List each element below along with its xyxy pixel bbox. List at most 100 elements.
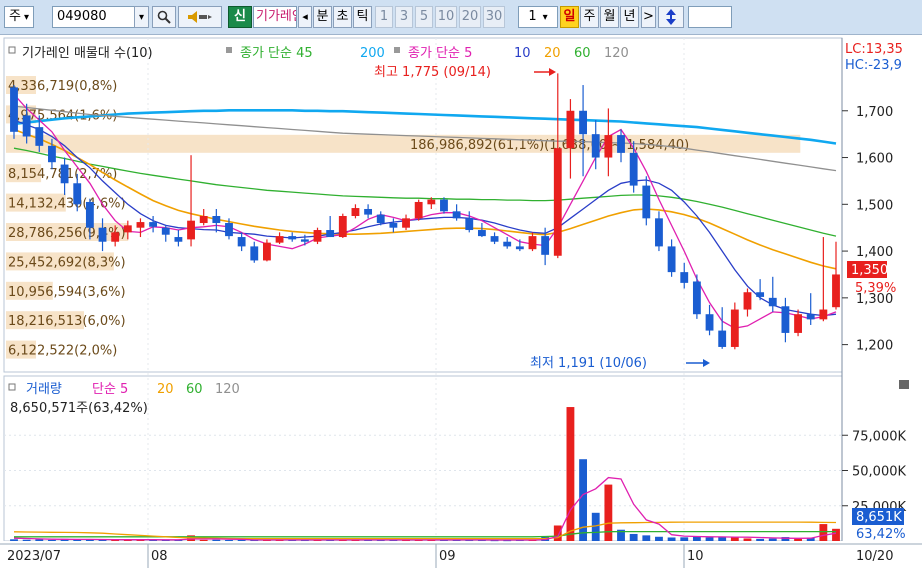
volume-profile-label: 18,216,513(6,0%) <box>8 314 126 329</box>
market-value: 주 <box>9 9 21 24</box>
volume-bar <box>794 538 802 541</box>
candle-body <box>338 216 347 238</box>
high-annotation: 최고 1,775 (09/14) <box>374 65 491 80</box>
interval-20-button[interactable]: 20 <box>459 6 481 28</box>
interval-1-button[interactable]: 1 <box>375 6 393 28</box>
period-day-label: 일 <box>563 9 576 24</box>
sma200-legend: 200 <box>360 46 385 61</box>
speaker-icon <box>188 11 212 23</box>
volume-bar <box>22 539 31 541</box>
market-select[interactable]: 주 ▾ <box>4 6 34 28</box>
interval-30-button[interactable]: 30 <box>483 6 505 28</box>
stock-name-field: 기가레인 <box>253 6 297 28</box>
candle-body <box>300 239 309 242</box>
candle-body <box>48 145 56 163</box>
last-volume-ratio: 63,42% <box>856 527 906 542</box>
updown-button[interactable] <box>658 6 684 28</box>
period-year-button[interactable]: 년 <box>620 6 639 28</box>
panel-toggle-icon[interactable] <box>899 380 909 389</box>
candle-body <box>123 225 132 233</box>
volume-bar <box>566 407 575 541</box>
candle-body <box>730 309 739 347</box>
interval-3-button[interactable]: 3 <box>395 6 413 28</box>
candle-body <box>579 110 587 135</box>
stock-name-value: 기가레인 <box>256 9 296 24</box>
last-change-value: 5,39% <box>855 281 896 296</box>
candle-body <box>718 330 727 347</box>
candle-body <box>667 246 676 273</box>
price-legend-title: 기가레인 매물대 수(10) <box>22 46 153 61</box>
candle-body <box>629 152 638 186</box>
candle-body <box>22 115 31 137</box>
lc-label: LC:13,35 <box>845 42 903 57</box>
magnifier-icon <box>157 10 171 24</box>
volume-profile-label: 4,336,719(0,8%) <box>8 79 117 94</box>
code-dropdown-button[interactable]: ▾ <box>134 6 149 28</box>
toolbar: 주▾ 049080 ▾ 신 기가레인 ◂ 분 초 틱 1 3 5 10 20 3… <box>0 0 922 35</box>
interval-5-button[interactable]: 5 <box>415 6 433 28</box>
interval-10-label: 10 <box>437 9 455 24</box>
last-volume-value: 8,651K <box>856 510 902 525</box>
legend-marker <box>394 47 400 53</box>
candle-body <box>591 134 600 158</box>
candle-body <box>98 227 107 242</box>
stock-chart[interactable]: 4,336,719(0,8%)4,975,564(1,6%)186,986,89… <box>0 36 922 573</box>
candle-body <box>275 236 284 243</box>
y-tick-label: 1,200 <box>856 339 893 354</box>
blank-input[interactable] <box>688 6 732 28</box>
candle-body <box>389 223 398 228</box>
candle-body <box>35 127 44 146</box>
candle-body <box>819 309 828 320</box>
last-price-value: 1,350 <box>851 263 888 278</box>
volume-bar <box>832 528 840 541</box>
candle-body <box>288 236 297 240</box>
volume-bar <box>199 539 208 541</box>
sound-button[interactable] <box>178 6 222 28</box>
volume-legend-title: 거래량 <box>26 382 62 397</box>
volume-ma60-legend: 60 <box>186 382 203 397</box>
unit-tick-button[interactable]: 틱 <box>353 6 372 28</box>
period-week-button[interactable]: 주 <box>580 6 599 28</box>
candle-body <box>225 223 233 237</box>
period-year-label: 년 <box>623 9 636 24</box>
new-button[interactable]: 신 <box>228 6 252 28</box>
candle-body <box>566 110 575 149</box>
candle-body <box>655 218 663 247</box>
interval-3-label: 3 <box>399 9 409 24</box>
y-tick-label: 50,000K <box>852 465 906 480</box>
candle-body <box>832 274 840 308</box>
candle-body <box>149 222 158 227</box>
unit-tick-label: 틱 <box>356 9 369 24</box>
sma45-legend: 종가 단순 45 <box>240 46 313 61</box>
candle-body <box>604 135 613 158</box>
volume-sma5-legend: 단순 5 <box>92 382 128 397</box>
chevron-down-icon: ▾ <box>138 12 145 23</box>
candle-body <box>414 201 423 219</box>
volume-profile-label: 28,786,256(9,4%) <box>8 226 126 241</box>
candle-body <box>477 230 486 237</box>
volume-bar <box>579 459 587 541</box>
interval-10-button[interactable]: 10 <box>435 6 457 28</box>
scroll-right-button[interactable]: > <box>641 6 656 28</box>
low-annotation: 최저 1,191 (10/06) <box>530 356 647 371</box>
volume-bar <box>604 484 613 541</box>
x-axis-end-label: 10/20 <box>856 549 893 564</box>
y-tick-label: 1,600 <box>856 152 893 167</box>
volume-bar <box>743 538 752 541</box>
chart-area: 4,336,719(0,8%) 4,975,564(1,6%) 186,986,89… <box>0 36 922 573</box>
period-month-button[interactable]: 월 <box>600 6 619 28</box>
search-button[interactable] <box>152 6 176 28</box>
unit-minute-button[interactable]: 분 <box>313 6 332 28</box>
interval-5-label: 5 <box>419 9 429 24</box>
period-count-select[interactable]: 1 ▾ <box>518 6 558 28</box>
candle-body <box>212 216 221 224</box>
candle-body <box>465 218 474 231</box>
volume-profile-label: 25,452,692(8,3%) <box>8 255 126 270</box>
period-day-button[interactable]: 일 <box>560 6 579 28</box>
unit-second-button[interactable]: 초 <box>333 6 352 28</box>
scroll-left-button[interactable]: ◂ <box>298 6 312 28</box>
candle-body <box>111 232 120 242</box>
volume-current: 8,650,571주(63,42%) <box>10 401 148 416</box>
volume-ma20-legend: 20 <box>157 382 174 397</box>
candle-body <box>351 208 360 216</box>
